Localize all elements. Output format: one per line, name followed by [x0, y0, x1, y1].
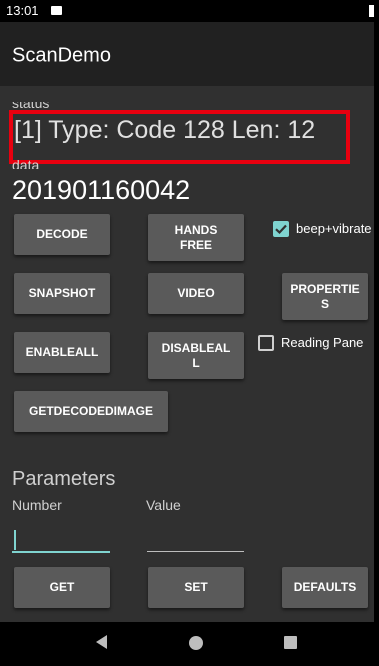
properties-button[interactable]: PROPERTIE S	[282, 273, 368, 320]
parameters-title: Parameters	[12, 468, 116, 490]
data-label-clip: data	[12, 160, 92, 169]
video-button[interactable]: VIDEO	[148, 273, 244, 314]
app-bar: ScanDemo	[0, 22, 374, 86]
navigation-bar	[0, 622, 374, 666]
highlight-box	[9, 110, 350, 164]
checkmark-icon	[275, 224, 287, 235]
screen: 13:01 ScanDemo status [1] Type: Code 128…	[0, 0, 374, 666]
value-field[interactable]	[147, 551, 244, 552]
decode-button[interactable]: DECODE	[14, 214, 110, 255]
recent-apps-icon[interactable]	[284, 636, 297, 649]
image-notification-icon	[51, 6, 62, 15]
home-icon[interactable]	[189, 636, 203, 650]
hands-free-button[interactable]: HANDS FREE	[148, 214, 244, 261]
defaults-button[interactable]: DEFAULTS	[282, 567, 368, 608]
getdecodedimage-button[interactable]: GETDECODEDIMAGE	[14, 391, 168, 432]
reading-pane-label[interactable]: Reading Pane	[281, 335, 363, 350]
value-label: Value	[146, 497, 181, 513]
decoded-data: 201901160042	[12, 175, 191, 205]
text-cursor	[14, 530, 16, 550]
app-title: ScanDemo	[12, 44, 111, 67]
set-button[interactable]: SET	[148, 567, 244, 608]
disableall-button[interactable]: DISABLEAL L	[148, 332, 244, 379]
status-bar: 13:01	[0, 0, 374, 22]
clock: 13:01	[6, 3, 39, 18]
number-field[interactable]	[12, 551, 110, 553]
back-icon[interactable]	[96, 635, 107, 649]
battery-icon	[369, 5, 374, 17]
get-button[interactable]: GET	[14, 567, 110, 608]
beep-vibrate-checkbox[interactable]	[273, 221, 289, 237]
snapshot-button[interactable]: SNAPSHOT	[14, 273, 110, 314]
enableall-button[interactable]: ENABLEALL	[14, 332, 110, 373]
reading-pane-checkbox[interactable]	[258, 335, 274, 351]
data-label: data	[12, 160, 40, 169]
number-label: Number	[12, 497, 62, 513]
beep-vibrate-label[interactable]: beep+vibrate	[296, 221, 372, 236]
